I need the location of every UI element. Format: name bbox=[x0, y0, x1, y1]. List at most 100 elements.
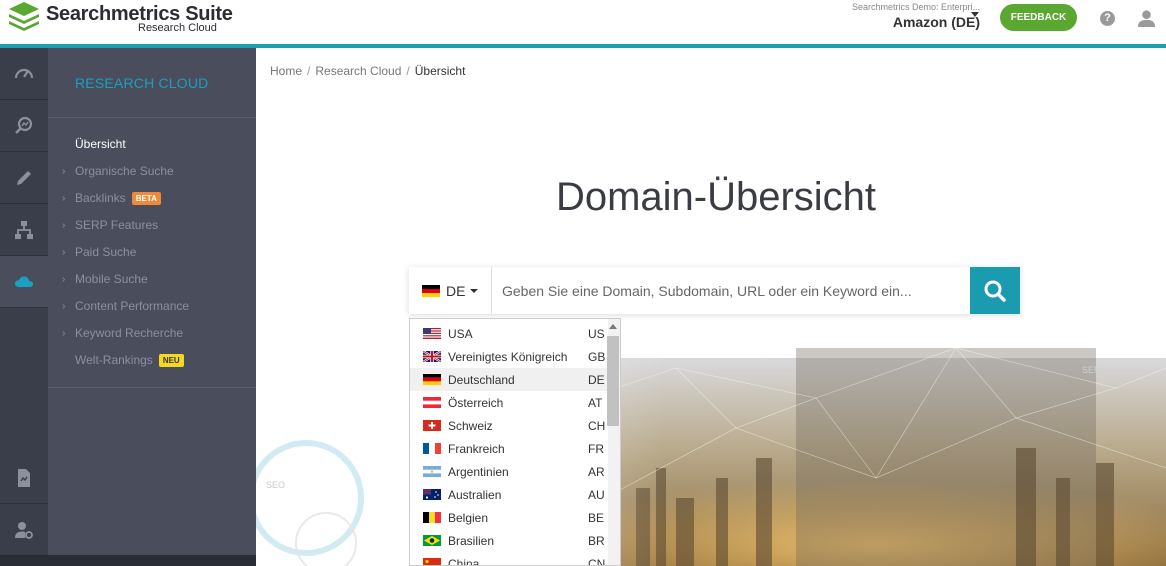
country-option-at[interactable]: Österreich AT bbox=[410, 391, 608, 414]
rail-structure[interactable] bbox=[0, 204, 48, 256]
country-option-gb[interactable]: Vereinigtes Königreich GB bbox=[410, 345, 608, 368]
sidebar: RESEARCH CLOUD Übersicht › Organische Su… bbox=[48, 48, 256, 555]
user-icon[interactable] bbox=[1137, 9, 1156, 28]
country-option-br[interactable]: Brasilien BR bbox=[410, 529, 608, 552]
chevron-right-icon: › bbox=[62, 246, 66, 258]
search-button[interactable] bbox=[970, 267, 1020, 314]
scroll-up-icon[interactable] bbox=[609, 324, 617, 329]
country-code: FR bbox=[588, 442, 604, 456]
breadcrumb-separator: / bbox=[307, 64, 311, 78]
page-title: Domain-Übersicht bbox=[555, 175, 877, 219]
country-option-ar[interactable]: Argentinien AR bbox=[410, 460, 608, 483]
flag-cn-icon bbox=[423, 558, 441, 565]
rail-reports[interactable] bbox=[0, 452, 48, 504]
chevron-down-icon[interactable] bbox=[971, 12, 979, 17]
country-option-fr[interactable]: Frankreich FR bbox=[410, 437, 608, 460]
country-code: AU bbox=[588, 488, 605, 502]
flag-au-icon bbox=[423, 489, 441, 500]
chevron-down-icon bbox=[470, 288, 479, 293]
user-settings-icon bbox=[15, 521, 33, 539]
country-code: CN bbox=[588, 557, 606, 566]
flag-be-icon bbox=[423, 512, 441, 523]
breadcrumb-home[interactable]: Home bbox=[270, 64, 302, 78]
chevron-right-icon: › bbox=[62, 300, 66, 312]
chevron-right-icon: › bbox=[62, 192, 66, 204]
hero-background-image: SEO SEM bbox=[256, 308, 1166, 566]
chevron-right-icon: › bbox=[62, 165, 66, 177]
research-search-icon bbox=[15, 116, 33, 134]
sidebar-item-label: Content Performance bbox=[75, 299, 190, 313]
logo-subtitle: Research Cloud bbox=[138, 22, 217, 34]
country-name: Frankreich bbox=[448, 442, 505, 456]
country-name: Australien bbox=[448, 488, 502, 502]
country-code: CH bbox=[588, 419, 606, 433]
flag-de-icon bbox=[422, 284, 440, 297]
feedback-button[interactable]: FEEDBACK bbox=[1000, 4, 1077, 31]
country-code: GB bbox=[588, 350, 606, 364]
sidebar-item-organische-suche[interactable]: › Organische Suche bbox=[62, 162, 174, 180]
rail-user-settings[interactable] bbox=[0, 504, 48, 556]
country-name: Deutschland bbox=[448, 373, 515, 387]
country-option-us[interactable]: USA US bbox=[410, 322, 608, 345]
top-bar: Searchmetrics Suite Research Cloud Searc… bbox=[0, 0, 1166, 44]
sidebar-item-content-performance[interactable]: › Content Performance bbox=[62, 297, 189, 315]
country-option-be[interactable]: Belgien BE bbox=[410, 506, 608, 529]
beta-badge: BETA bbox=[131, 191, 161, 205]
country-select[interactable]: DE bbox=[409, 267, 492, 314]
country-name: Vereinigtes Königreich bbox=[448, 350, 568, 364]
sidebar-item-label: SERP Features bbox=[75, 218, 159, 232]
country-name: Belgien bbox=[448, 511, 489, 525]
flag-us-icon bbox=[423, 328, 441, 339]
country-option-de[interactable]: Deutschland DE bbox=[410, 368, 608, 391]
breadcrumb-research-cloud[interactable]: Research Cloud bbox=[315, 64, 401, 78]
account-switcher[interactable]: Searchmetrics Demo: Enterpri... Amazon (… bbox=[852, 2, 980, 30]
cloud-icon bbox=[15, 276, 33, 287]
chevron-right-icon: › bbox=[62, 327, 66, 339]
sidebar-item-paid-suche[interactable]: › Paid Suche bbox=[62, 243, 136, 261]
sidebar-item-mobile-suche[interactable]: › Mobile Suche bbox=[62, 270, 148, 288]
sidebar-item-keyword-recherche[interactable]: › Keyword Recherche bbox=[62, 324, 183, 342]
flag-fr-icon bbox=[423, 443, 441, 454]
sidebar-item-backlinks[interactable]: › Backlinks BETA bbox=[62, 189, 161, 207]
divider bbox=[48, 117, 256, 118]
country-dropdown[interactable]: USA US Vereinigtes Königreich GB Deutsch… bbox=[409, 318, 621, 566]
country-code: DE bbox=[588, 373, 605, 387]
divider bbox=[48, 387, 256, 388]
country-code: AR bbox=[588, 465, 605, 479]
rail-research-cloud[interactable] bbox=[0, 256, 48, 308]
country-name: USA bbox=[448, 327, 473, 341]
sitemap-icon bbox=[15, 220, 33, 239]
rail-research[interactable] bbox=[0, 100, 48, 152]
dropdown-scrollbar-thumb[interactable] bbox=[607, 336, 619, 426]
rail-content[interactable] bbox=[0, 152, 48, 204]
seo-label: SEO bbox=[266, 480, 285, 490]
flag-ar-icon bbox=[423, 466, 441, 477]
icon-rail bbox=[0, 48, 48, 566]
sidebar-item-label: Mobile Suche bbox=[75, 272, 148, 286]
country-option-ch[interactable]: Schweiz CH bbox=[410, 414, 608, 437]
breadcrumb-current: Übersicht bbox=[414, 64, 466, 78]
document-icon bbox=[18, 468, 30, 487]
sidebar-item-label: Organische Suche bbox=[75, 164, 174, 178]
help-icon[interactable]: ? bbox=[1100, 11, 1115, 26]
sidebar-item-uebersicht[interactable]: Übersicht bbox=[75, 135, 126, 153]
search-input[interactable] bbox=[493, 267, 970, 314]
country-option-cn[interactable]: China CN bbox=[410, 552, 608, 566]
app-logo[interactable]: Searchmetrics Suite Research Cloud bbox=[8, 1, 233, 41]
country-option-au[interactable]: Australien AU bbox=[410, 483, 608, 506]
new-badge: NEU bbox=[158, 353, 184, 367]
sidebar-item-label: Keyword Recherche bbox=[75, 326, 184, 340]
rail-dashboard[interactable] bbox=[0, 48, 48, 100]
logo-icon bbox=[9, 2, 39, 31]
account-org: Searchmetrics Demo: Enterpri... bbox=[851, 2, 980, 12]
sidebar-item-welt-rankings[interactable]: Welt-Rankings NEU bbox=[75, 351, 184, 369]
pencil-icon bbox=[17, 170, 31, 185]
sidebar-item-serp-features[interactable]: › SERP Features bbox=[62, 216, 158, 234]
flag-ch-icon bbox=[423, 420, 441, 431]
sidebar-item-label: Paid Suche bbox=[75, 245, 137, 259]
country-select-value: DE bbox=[446, 282, 466, 299]
country-name: Argentinien bbox=[448, 465, 509, 479]
flag-de-icon bbox=[423, 374, 441, 385]
domain-search-bar: DE bbox=[409, 267, 1020, 314]
sidebar-title: RESEARCH CLOUD bbox=[75, 75, 209, 91]
